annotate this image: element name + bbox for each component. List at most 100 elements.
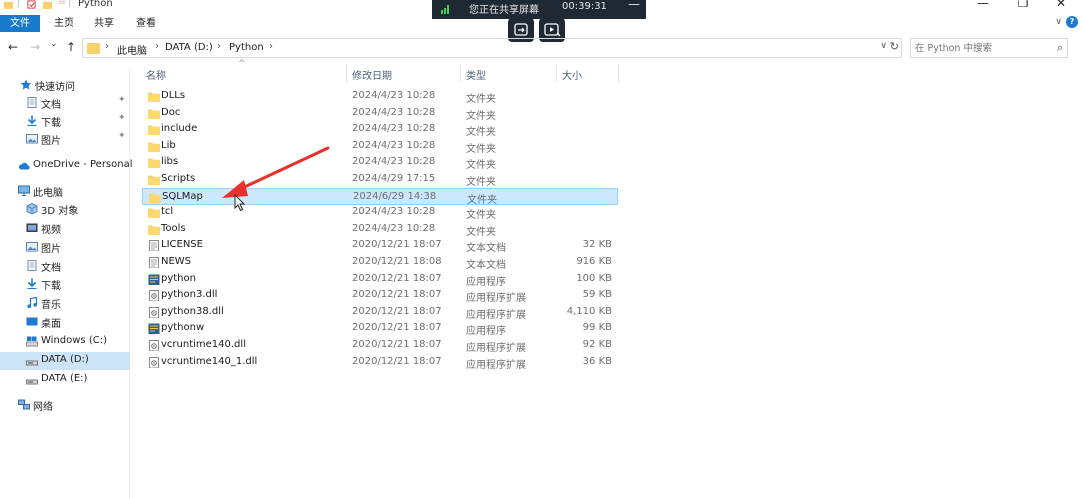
file-row[interactable]: LICENSE 2020/12/21 18:07 文本文档 32 KB	[142, 237, 618, 254]
tab-file[interactable]: 文件	[0, 15, 40, 32]
recent-locations-button[interactable]: ⌄	[50, 39, 58, 49]
nav-item-label: 下载	[41, 281, 61, 292]
close-button[interactable]: ✕	[1050, 0, 1072, 10]
back-button[interactable]: ←	[8, 40, 18, 54]
file-row[interactable]: SQLMap 2024/6/29 14:38 文件夹	[142, 187, 618, 206]
help-button[interactable]: ?	[1066, 16, 1078, 28]
file-date: 2024/4/29 17:15	[352, 173, 436, 184]
column-divider[interactable]	[346, 64, 347, 82]
breadcrumb-data-d[interactable]: DATA (D:)	[165, 42, 213, 53]
search-box[interactable]: ⌕	[910, 38, 1068, 58]
address-dropdown-button[interactable]: ∨	[880, 41, 887, 51]
text-file-icon	[149, 257, 159, 268]
chevron-right-icon[interactable]: ›	[217, 41, 221, 52]
file-row[interactable]: vcruntime140_1.dll 2020/12/21 18:07 应用程序扩展…	[142, 354, 618, 371]
search-input[interactable]	[915, 41, 1045, 55]
search-icon[interactable]: ⌕	[1057, 41, 1063, 55]
file-row[interactable]: tcl 2024/4/23 10:28 文件夹	[142, 204, 618, 221]
file-row[interactable]: Scripts 2024/4/29 17:15 文件夹	[142, 171, 618, 188]
folder-icon	[149, 193, 161, 203]
nav-item[interactable]: 图片 ✦	[0, 130, 130, 148]
file-type: 应用程序	[466, 276, 506, 288]
properties-icon[interactable]	[27, 0, 36, 9]
divider: |	[68, 0, 72, 8]
column-divider[interactable]	[556, 64, 557, 82]
file-row[interactable]: pythonw 2020/12/21 18:07 应用程序 99 KB	[142, 320, 618, 337]
file-row[interactable]: python 2020/12/21 18:07 应用程序 100 KB	[142, 271, 618, 288]
file-row[interactable]: Lib 2024/4/23 10:28 文件夹	[142, 138, 618, 155]
file-row[interactable]: NEWS 2020/12/21 18:08 文本文档 916 KB	[142, 254, 618, 271]
nav-item[interactable]: 图片	[0, 238, 130, 256]
nav-item[interactable]: 视频	[0, 219, 130, 237]
chevron-right-icon[interactable]: ›	[269, 41, 273, 52]
file-row[interactable]: Tools 2024/4/23 10:28 文件夹	[142, 221, 618, 238]
file-date: 2020/12/21 18:07	[352, 305, 442, 317]
file-row[interactable]: libs 2024/4/23 10:28 文件夹	[142, 154, 618, 171]
nav-item[interactable]: 此电脑	[0, 182, 130, 200]
nav-item[interactable]: 音乐	[0, 294, 130, 312]
nav-item[interactable]: 文档	[0, 257, 130, 275]
column-header-name[interactable]: 名称	[146, 67, 166, 82]
nav-item[interactable]: DATA (D:)	[0, 352, 130, 370]
file-name: Lib	[161, 139, 176, 151]
breadcrumb-this-pc[interactable]: 此电脑	[117, 42, 147, 57]
file-name: vcruntime140.dll	[161, 339, 246, 350]
nav-item-label: 图片	[41, 136, 61, 147]
file-type: 文件夹	[466, 110, 496, 122]
nav-item[interactable]: DATA (E:)	[0, 371, 130, 389]
nav-item[interactable]: 3D 对象	[0, 200, 130, 218]
nav-item[interactable]: 桌面	[0, 313, 130, 331]
file-row[interactable]: python3.dll 2020/12/21 18:07 应用程序扩展 59 KB	[142, 287, 618, 304]
file-row[interactable]: DLLs 2024/4/23 10:28 文件夹	[142, 88, 618, 105]
file-date: 2024/4/23 10:28	[352, 222, 436, 234]
nav-item[interactable]: 网络	[0, 396, 130, 414]
share-timer: 00:39:31	[562, 1, 607, 12]
minimize-button[interactable]: —	[972, 0, 994, 10]
nav-item[interactable]: 快速访问	[0, 76, 130, 94]
chevron-right-icon[interactable]: ›	[105, 41, 109, 52]
tab-home[interactable]: 主页	[46, 15, 82, 32]
share-minimize-button[interactable]: —	[628, 0, 640, 11]
nav-item[interactable]: 下载 ✦	[0, 112, 130, 130]
nav-item-label: DATA (E:)	[41, 373, 88, 384]
file-name: python3.dll	[161, 289, 218, 301]
share-status-text: 您正在共享屏幕	[469, 5, 539, 16]
download-icon	[27, 115, 37, 126]
file-row[interactable]: python38.dll 2020/12/21 18:07 应用程序扩展 4,110 …	[142, 304, 618, 321]
file-name: libs	[161, 156, 179, 168]
file-name: python	[161, 272, 196, 284]
file-type: 应用程序扩展	[466, 293, 526, 305]
file-name: include	[161, 123, 198, 135]
tab-share[interactable]: 共享	[86, 15, 122, 32]
column-divider[interactable]	[618, 64, 619, 82]
column-header-date[interactable]: 修改日期	[352, 67, 392, 82]
pin-icon[interactable]: ✦	[118, 95, 126, 105]
up-button[interactable]: ↑	[66, 40, 76, 54]
nav-item[interactable]: OneDrive - Personal	[0, 157, 133, 175]
new-folder-icon[interactable]	[43, 0, 52, 9]
forward-button[interactable]: →	[30, 40, 40, 54]
nav-item[interactable]: 文档 ✦	[0, 94, 130, 112]
address-bar[interactable]: › 此电脑 › DATA (D:) › Python › ∨ ↻	[82, 38, 902, 58]
breadcrumb-python[interactable]: Python	[229, 42, 264, 53]
column-header-size[interactable]: 大小	[562, 67, 582, 82]
file-row[interactable]: Doc 2024/4/23 10:28 文件夹	[142, 105, 618, 122]
column-header-type[interactable]: 类型	[466, 67, 486, 82]
ribbon-expand-button[interactable]: ∨	[1055, 17, 1062, 27]
maximize-button[interactable]: ❐	[1012, 0, 1034, 10]
column-divider[interactable]	[460, 64, 461, 82]
tab-view[interactable]: 查看	[128, 15, 164, 32]
nav-item[interactable]: 下载	[0, 275, 130, 293]
chevron-right-icon[interactable]: ›	[155, 41, 159, 52]
file-row[interactable]: include 2024/4/23 10:28 文件夹	[142, 121, 618, 138]
nav-item[interactable]: Windows (C:)	[0, 333, 130, 351]
refresh-button[interactable]: ↻	[890, 40, 899, 53]
file-size: 59 KB	[582, 289, 612, 301]
file-row[interactable]: vcruntime140.dll 2020/12/21 18:07 应用程序扩展 92…	[142, 337, 618, 354]
text-file-icon	[149, 240, 159, 252]
pin-icon[interactable]: ✦	[118, 131, 126, 141]
file-type: 文件夹	[466, 143, 496, 155]
file-size: 916 KB	[576, 256, 612, 267]
pin-icon[interactable]: ✦	[118, 113, 126, 123]
file-name: Scripts	[161, 173, 196, 184]
